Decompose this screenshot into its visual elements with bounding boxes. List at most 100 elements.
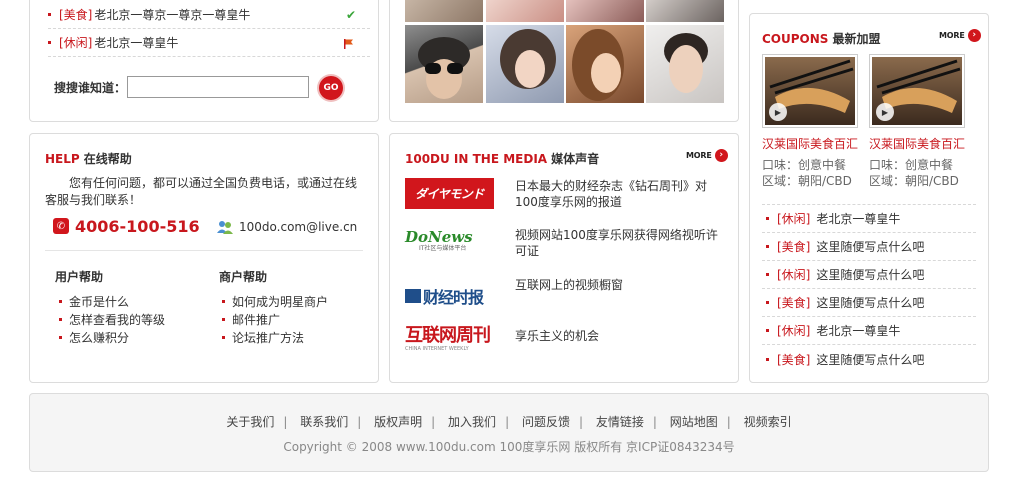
photo-thumbnail[interactable]: [566, 25, 644, 103]
category-tag[interactable]: [美食]: [777, 238, 810, 255]
photo-thumbnail[interactable]: [566, 0, 644, 22]
bullet-icon: [766, 357, 769, 361]
help-link[interactable]: 金币是什么: [59, 293, 129, 310]
footer-link-friends[interactable]: 友情链接: [596, 415, 644, 429]
coupon-taste: 口味：创意中餐: [869, 158, 954, 172]
list-item-link[interactable]: 这里随便写点什么吧: [816, 294, 924, 311]
coupon-name[interactable]: 汉莱国际美食百汇: [869, 135, 965, 152]
coupons-title-cn: 最新加盟: [832, 32, 881, 46]
help-email[interactable]: 100do.com@live.cn: [239, 220, 357, 234]
list-item[interactable]: [美食] 老北京一尊京一尊京一尊皇牛 ✔: [48, 1, 370, 29]
internet-weekly-logo: 互联网周刊 CHINA INTERNET WEEKLY: [405, 325, 491, 353]
category-tag[interactable]: [休闲]: [777, 322, 810, 339]
search-input[interactable]: [127, 76, 309, 98]
category-tag[interactable]: [美食]: [777, 294, 810, 311]
photo-thumbnail[interactable]: [486, 0, 564, 22]
photo-thumbnail[interactable]: [405, 25, 483, 103]
footer-separator: |: [283, 415, 288, 429]
category-tag[interactable]: [美食]: [59, 6, 92, 23]
help-link[interactable]: 怎样查看我的等级: [59, 311, 165, 328]
list-item-link[interactable]: 这里随便写点什么吧: [816, 351, 924, 368]
footer-link-copyright[interactable]: 版权声明: [374, 415, 422, 429]
list-item-link[interactable]: 老北京一尊京一尊京一尊皇牛: [94, 6, 250, 23]
list-item-link[interactable]: 老北京一尊皇牛: [94, 34, 178, 51]
footer-separator: |: [431, 415, 436, 429]
bullet-icon: [59, 300, 62, 303]
category-tag[interactable]: [休闲]: [59, 34, 92, 51]
media-item[interactable]: ダイヤモンド 日本最大的财经杂志《钻石周刊》对100度享乐网的报道: [405, 178, 725, 214]
bullet-icon: [766, 301, 769, 304]
user-help-title: 用户帮助: [55, 270, 104, 284]
photo-thumbnail[interactable]: [646, 25, 724, 103]
bullet-icon: [222, 318, 225, 321]
list-item[interactable]: [休闲] 老北京一尊皇牛: [762, 205, 976, 233]
more-label: MORE: [686, 151, 712, 160]
footer-copyright: Copyright © 2008 www.100du.com 100度享乐网 版…: [283, 440, 735, 454]
sunglasses-icon: [418, 37, 470, 99]
media-title-cn: 媒体声音: [551, 152, 600, 166]
media-item-text[interactable]: 视频网站100度享乐网获得网络视听许可证: [515, 227, 725, 259]
list-item-link[interactable]: 老北京一尊皇牛: [816, 322, 900, 339]
footer-link-sitemap[interactable]: 网站地图: [670, 415, 718, 429]
footer-separator: |: [652, 415, 657, 429]
list-item[interactable]: [休闲] 这里随便写点什么吧: [762, 261, 976, 289]
top-list-panel: [美食] 老北京一尊京一尊京一尊皇牛 ✔ [休闲] 老北京一尊皇牛 搜搜谁知道：…: [29, 0, 379, 122]
go-button[interactable]: GO: [319, 76, 343, 100]
photo-thumbnail[interactable]: [646, 0, 724, 22]
list-item[interactable]: [休闲] 老北京一尊皇牛: [48, 29, 370, 57]
caijing-times-logo: 财经时报: [405, 281, 495, 311]
list-item-link[interactable]: 这里随便写点什么吧: [816, 266, 924, 283]
coupons-title-en: COUPONS: [762, 32, 829, 46]
footer-link-join[interactable]: 加入我们: [448, 415, 496, 429]
category-tag[interactable]: [美食]: [777, 351, 810, 368]
footer-separator: |: [578, 415, 583, 429]
coupon-image[interactable]: ▶: [869, 54, 965, 128]
portrait-icon: [572, 29, 624, 101]
search-label: 搜搜谁知道：: [54, 81, 127, 95]
bullet-icon: [766, 273, 769, 276]
coupon-area: 区域：朝阳/CBD: [762, 174, 852, 188]
flag-icon: [344, 38, 354, 49]
category-tag[interactable]: [休闲]: [777, 210, 810, 227]
coupon-image[interactable]: ▶: [762, 54, 858, 128]
list-item-link[interactable]: 老北京一尊皇牛: [816, 210, 900, 227]
media-item-text[interactable]: 享乐主义的机会: [515, 328, 725, 344]
phone-icon: ✆: [53, 218, 69, 234]
help-title: HELP 在线帮助: [45, 150, 132, 167]
footer-link-about[interactable]: 关于我们: [226, 415, 274, 429]
bullet-icon: [766, 245, 769, 248]
newspaper-icon: [405, 289, 421, 303]
photo-thumbnail[interactable]: [486, 25, 564, 103]
help-link[interactable]: 论坛推广方法: [222, 329, 304, 346]
category-tag[interactable]: [休闲]: [777, 266, 810, 283]
photo-panel: [389, 0, 739, 122]
footer-link-video-index[interactable]: 视频索引: [744, 415, 792, 429]
coupons-more-link[interactable]: MORE ›: [939, 29, 981, 42]
media-more-link[interactable]: MORE ›: [686, 149, 728, 162]
media-item-text[interactable]: 日本最大的财经杂志《钻石周刊》对100度享乐网的报道: [515, 178, 725, 210]
media-item[interactable]: 互联网周刊 CHINA INTERNET WEEKLY 享乐主义的机会: [405, 326, 725, 362]
help-link[interactable]: 如何成为明星商户: [222, 293, 328, 310]
media-item[interactable]: DoNews IT社区与媒体平台 视频网站100度享乐网获得网络视听许可证: [405, 227, 725, 263]
help-title-en: HELP: [45, 152, 80, 166]
coupons-panel: COUPONS 最新加盟 MORE › ▶ 汉莱国际美食百汇 口味：创意中餐 区域…: [749, 13, 989, 383]
coupon-name[interactable]: 汉莱国际美食百汇: [762, 135, 858, 152]
help-link[interactable]: 邮件推广: [222, 311, 280, 328]
list-item[interactable]: [美食] 这里随便写点什么吧: [762, 345, 976, 373]
photo-thumbnail[interactable]: [405, 0, 483, 22]
footer-link-contact[interactable]: 联系我们: [300, 415, 348, 429]
help-link[interactable]: 怎么赚积分: [59, 329, 129, 346]
help-link-label: 邮件推广: [232, 313, 281, 327]
bullet-icon: [766, 217, 769, 220]
go-button-label: GO: [323, 83, 339, 93]
list-item[interactable]: [休闲] 老北京一尊皇牛: [762, 317, 976, 345]
list-item[interactable]: [美食] 这里随便写点什么吧: [762, 233, 976, 261]
footer-link-feedback[interactable]: 问题反馈: [522, 415, 570, 429]
divider: [45, 250, 363, 251]
list-item-link[interactable]: 这里随便写点什么吧: [816, 238, 924, 255]
media-title-en: 100DU IN THE MEDIA: [405, 152, 548, 166]
media-item[interactable]: 财经时报 互联网上的视频橱窗: [405, 277, 725, 307]
media-item-text[interactable]: 互联网上的视频橱窗: [515, 277, 725, 293]
list-item[interactable]: [美食] 这里随便写点什么吧: [762, 289, 976, 317]
help-link-label: 论坛推广方法: [232, 331, 305, 345]
